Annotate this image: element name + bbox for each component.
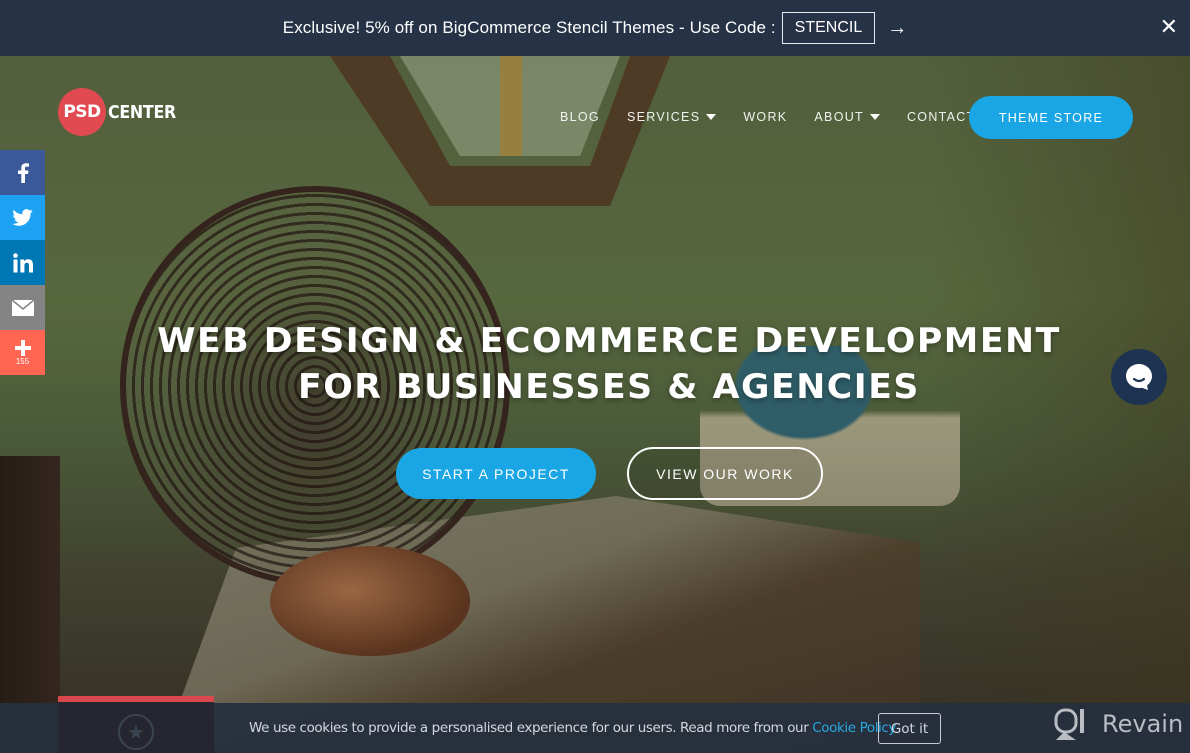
arrow-right-icon[interactable]: → (887, 18, 907, 38)
nav-label: CONTACT (906, 110, 976, 124)
close-icon[interactable]: ✕ (1160, 16, 1178, 38)
chat-bubble-icon (1126, 364, 1152, 390)
nav-item-services[interactable]: SERVICES (626, 110, 717, 124)
hero-headline: WEB DESIGN & ECOMMERCE DEVELOPMENT FOR B… (0, 318, 1190, 410)
revain-text: Revain (1102, 710, 1184, 738)
caret-down-icon (706, 114, 717, 120)
share-twitter-button[interactable] (0, 195, 45, 240)
headline-line-1: WEB DESIGN & ECOMMERCE DEVELOPMENT (157, 321, 1061, 361)
star-badge-icon: ★ (118, 714, 154, 750)
email-icon (11, 299, 34, 316)
nav-item-contact[interactable]: CONTACT (907, 110, 976, 124)
share-linkedin-button[interactable] (0, 240, 45, 285)
promo-bar: Exclusive! 5% off on BigCommerce Stencil… (0, 0, 1190, 56)
logo-text: CENTER (108, 101, 176, 123)
headline-line-2: FOR BUSINESSES & AGENCIES (298, 367, 920, 407)
nav-label: ABOUT (814, 110, 864, 124)
nav-item-work[interactable]: WORK (743, 110, 787, 124)
nav-label: WORK (743, 110, 788, 124)
start-project-button[interactable]: START A PROJECT (396, 448, 596, 499)
revain-logo-icon (1054, 708, 1084, 740)
badge-widget-bar (58, 696, 214, 702)
share-facebook-button[interactable] (0, 150, 45, 195)
revain-watermark: Revain (1054, 707, 1183, 741)
promo-code-badge[interactable]: STENCIL (781, 12, 876, 44)
view-work-button[interactable]: VIEW OUR WORK (627, 447, 823, 500)
cookie-text: We use cookies to provide a personalised… (249, 720, 813, 736)
caret-down-icon (869, 114, 880, 120)
cookie-message: We use cookies to provide a personalised… (249, 720, 896, 736)
nav-label: SERVICES (626, 110, 701, 124)
site-logo[interactable]: PSD CENTER (58, 88, 185, 136)
twitter-icon (12, 209, 33, 226)
nav-item-about[interactable]: ABOUT (814, 110, 880, 124)
logo-circle: PSD (58, 88, 106, 136)
theme-store-button[interactable]: THEME STORE (969, 96, 1133, 139)
cookie-accept-button[interactable]: Got it (878, 713, 941, 744)
nav-label: BLOG (560, 110, 600, 124)
promo-text: Exclusive! 5% off on BigCommerce Stencil… (282, 18, 776, 37)
main-nav: BLOG SERVICES WORK ABOUT CONTACT (560, 96, 1003, 138)
chat-widget-button[interactable] (1111, 349, 1167, 405)
linkedin-icon (12, 252, 33, 272)
badge-widget[interactable]: ★ (58, 696, 214, 753)
facebook-icon (17, 162, 29, 183)
nav-item-blog[interactable]: BLOG (560, 110, 600, 124)
